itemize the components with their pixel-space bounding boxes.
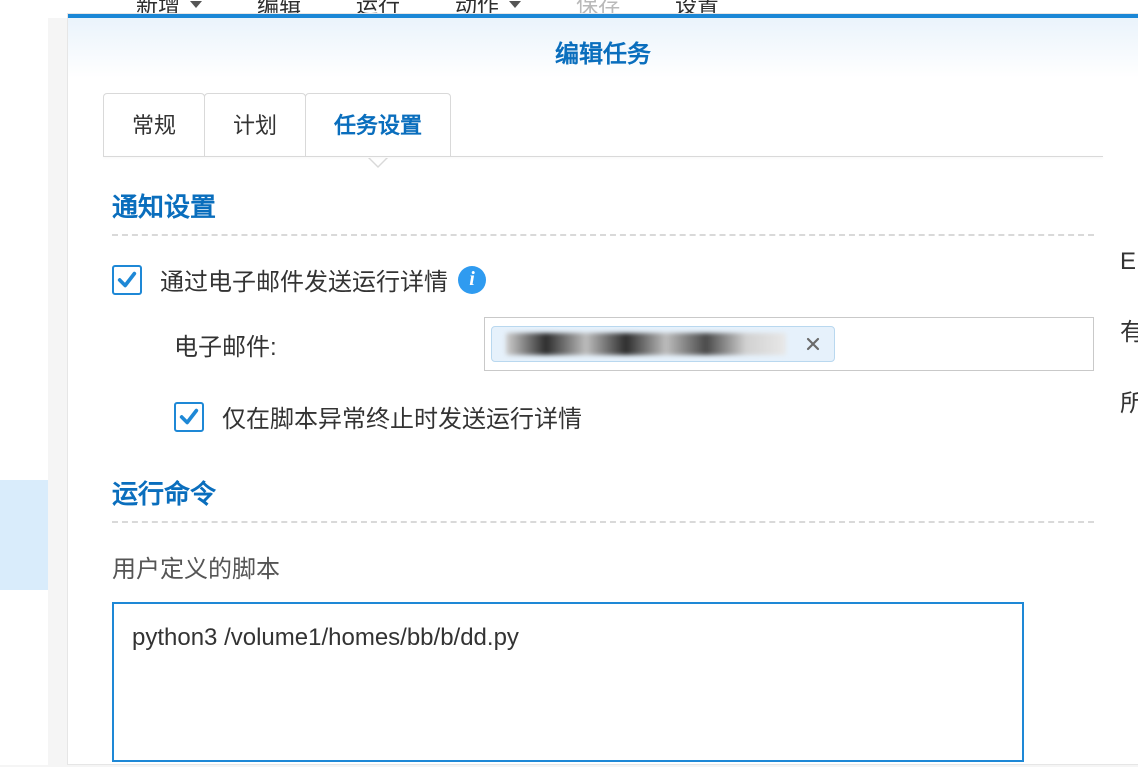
row-only-on-error: 仅在脚本异常终止时发送运行详情 [174,399,1094,434]
left-panel-selection [0,480,48,590]
label-user-script: 用户定义的脚本 [112,549,1094,584]
checkbox-only-on-error[interactable] [174,402,204,432]
email-field[interactable] [484,317,1094,371]
divider [112,521,1094,523]
chip-remove-icon[interactable] [802,333,824,355]
caret-down-icon [509,1,521,8]
label-send-email: 通过电子邮件发送运行详情 [160,262,448,297]
email-chip [491,326,835,362]
user-script-textarea[interactable] [112,602,1024,762]
left-panel-bottom [0,590,48,765]
section-title-run-command: 运行命令 [112,474,1094,511]
checkbox-send-email[interactable] [112,265,142,295]
modal-title: 编辑任务 [68,18,1138,73]
divider [112,234,1094,236]
caret-down-icon [190,1,202,8]
left-panel-top [0,18,48,480]
tab-general[interactable]: 常规 [103,93,205,156]
row-send-email: 通过电子邮件发送运行详情 i [112,262,1094,297]
modal-tabs: 常规 计划 任务设置 [103,93,1138,156]
modal-content: 通知设置 通过电子邮件发送运行详情 i 电子邮件: [68,157,1138,767]
tab-task-settings[interactable]: 任务设置 [305,93,451,156]
label-email: 电子邮件: [174,327,484,362]
label-only-on-error: 仅在脚本异常终止时发送运行详情 [222,399,582,434]
email-chip-value [506,333,786,355]
tab-schedule[interactable]: 计划 [204,93,306,156]
row-email-input: 电子邮件: [174,317,1094,371]
edit-task-modal: 编辑任务 常规 计划 任务设置 通知设置 通过电子邮件发送运行详情 i 电子邮件… [68,14,1138,764]
info-icon[interactable]: i [458,266,486,294]
section-title-notification: 通知设置 [112,187,1094,224]
